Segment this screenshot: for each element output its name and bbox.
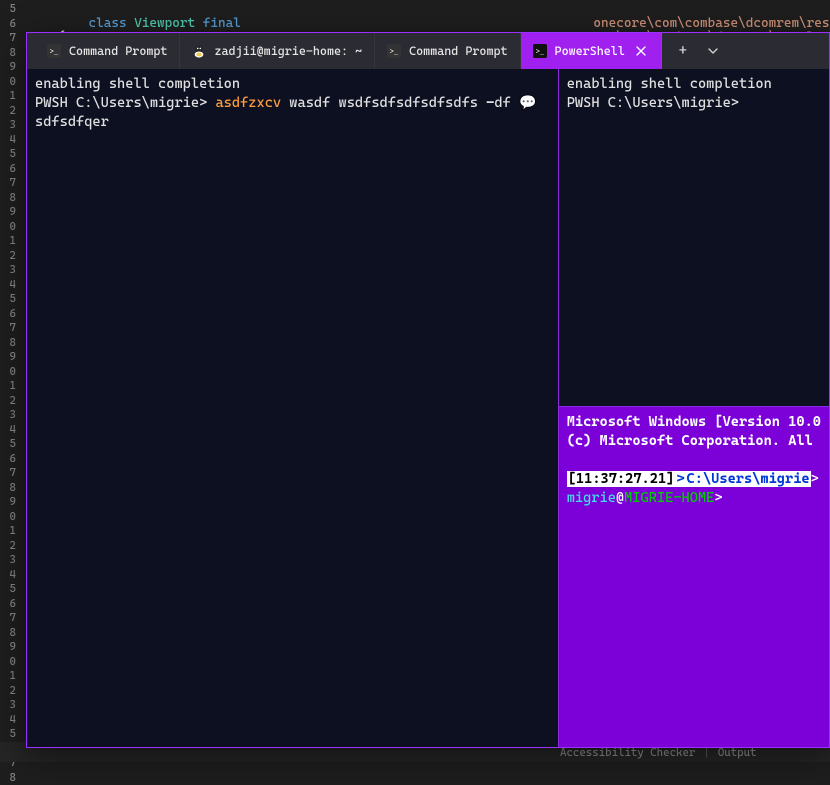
cmd-icon: >_ <box>47 44 61 58</box>
at-sign: @ <box>616 490 624 506</box>
tab-label: Command Prompt <box>409 44 507 58</box>
ver-line-1: Microsoft Windows [Version 10.0 <box>567 414 821 430</box>
tab-wsl[interactable]: zadjii@migrie-home: ~ <box>180 33 375 69</box>
tab-powershell[interactable]: >_ PowerShell <box>521 33 662 69</box>
tab-label: PowerShell <box>555 44 625 58</box>
path: C:\Users\migrie <box>686 471 811 487</box>
terminal-window: >_ Command Prompt zadjii@migrie-home: ~ … <box>26 32 830 748</box>
cmd-word: asdfzxcv <box>215 95 281 111</box>
pane-right-bottom-cmd[interactable]: Microsoft Windows [Version 10.0 (c) Micr… <box>559 407 829 747</box>
gt-3: > <box>714 490 722 506</box>
svg-text:>_: >_ <box>535 49 544 57</box>
cmd-args: wasdf wsdfsdfsdfsdfsdfs <box>289 95 478 111</box>
prompt-user: migrie <box>567 490 616 506</box>
new-tab-button[interactable]: + <box>668 33 698 69</box>
pane-left-pwsh[interactable]: enabling shell completion PWSH C:\Users\… <box>27 69 559 747</box>
line-number-gutter: 5 6 7 8 9 0 1 2 3 4 5 6 7 8 9 0 1 2 3 4 … <box>0 0 18 762</box>
cmd-icon: >_ <box>387 44 401 58</box>
close-tab-button[interactable] <box>633 43 649 59</box>
prompt: PWSH C:\Users\migrie> <box>35 95 207 111</box>
svg-text:>_: >_ <box>390 49 399 57</box>
pane-container: enabling shell completion PWSH C:\Users\… <box>27 69 829 747</box>
tux-icon <box>192 44 206 58</box>
tab-label: Command Prompt <box>69 44 167 58</box>
prompt: PWSH C:\Users\migrie> <box>567 95 739 111</box>
pane-right: enabling shell completion PWSH C:\Users\… <box>559 69 829 747</box>
output-line: enabling shell completion <box>567 76 772 92</box>
gt-2: > <box>811 471 819 487</box>
keyword-class: class <box>88 16 126 31</box>
prompt-host: MIGRIE-HOME <box>624 490 714 506</box>
tab-command-prompt-1[interactable]: >_ Command Prompt <box>35 33 180 69</box>
ver-line-2: (c) Microsoft Corporation. All <box>567 433 813 449</box>
tab-bar-controls: + <box>668 33 728 69</box>
tab-bar: >_ Command Prompt zadjii@migrie-home: ~ … <box>27 33 829 69</box>
tab-dropdown-button[interactable] <box>698 33 728 69</box>
type-viewport: Viewport <box>134 16 195 31</box>
gt-1: > <box>675 471 685 487</box>
output-line: enabling shell completion <box>35 76 240 92</box>
time-badge: [11:37:27.21] <box>567 471 676 487</box>
cmd-icon: >_ <box>533 44 547 58</box>
keyword-final: final <box>203 16 241 31</box>
cmd-args-2: df <box>494 95 510 111</box>
emoji-icon: 💬 <box>519 95 536 111</box>
tab-command-prompt-2[interactable]: >_ Command Prompt <box>375 33 520 69</box>
cmd-args-3: sdfsdfqer <box>35 114 109 130</box>
tab-label: zadjii@migrie-home: ~ <box>214 44 362 58</box>
svg-text:>_: >_ <box>50 49 59 57</box>
pane-right-top-pwsh[interactable]: enabling shell completion PWSH C:\Users\… <box>559 69 829 407</box>
